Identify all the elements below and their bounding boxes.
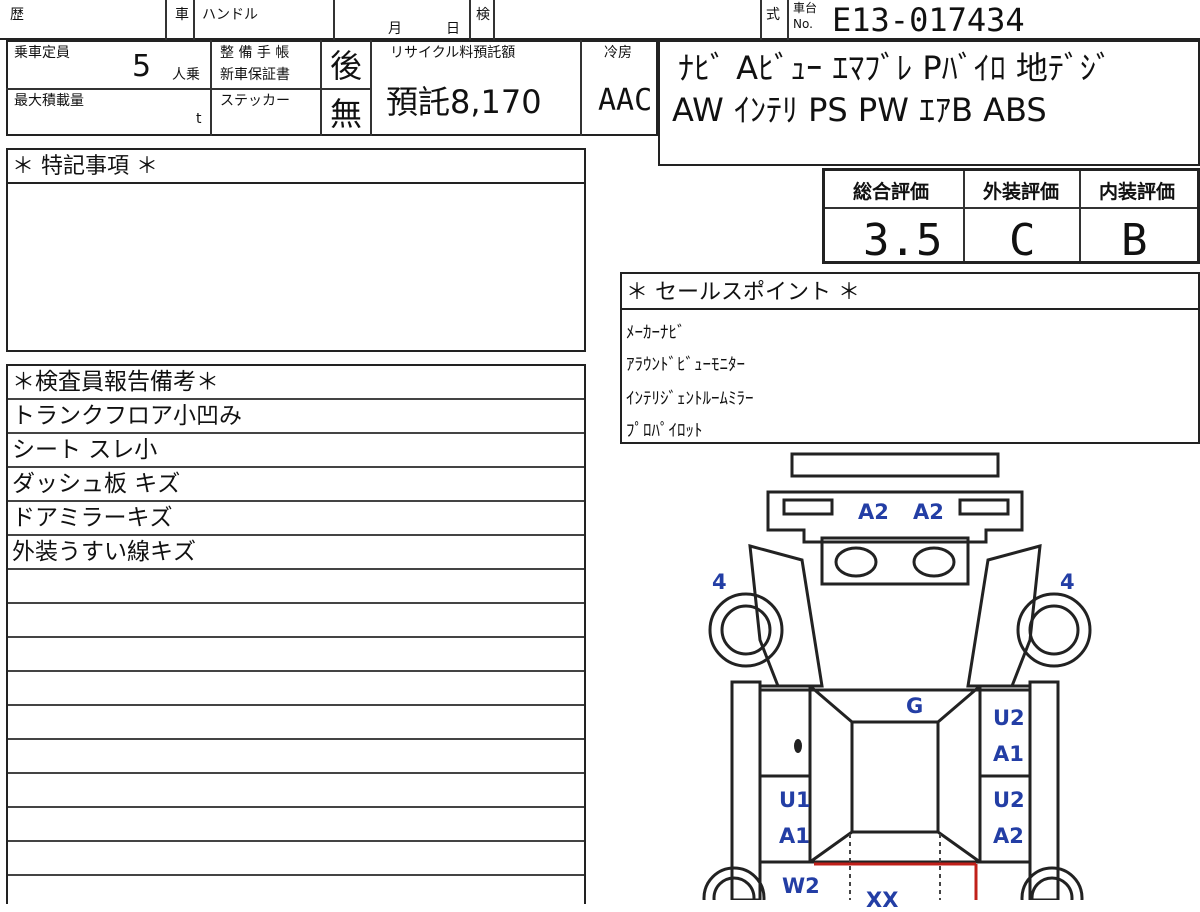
type-label: 式 xyxy=(766,7,780,23)
sales-points-box: ＊ セールスポイント ＊ ﾒｰｶｰﾅﾋﾞ ｱﾗｳﾝﾄﾞﾋﾞｭｰﾓﾆﾀｰ ｲﾝﾃﾘ… xyxy=(620,272,1200,444)
ac-value: AAC xyxy=(598,83,653,118)
month-label: 月 xyxy=(388,21,402,37)
warranty-label: 新車保証書 xyxy=(220,67,290,83)
left-front-fender xyxy=(748,543,824,688)
day-label: 日 xyxy=(446,21,460,37)
sales-point-item: ｱﾗｳﾝﾄﾞﾋﾞｭｰﾓﾆﾀｰ xyxy=(626,355,745,375)
report-row-empty xyxy=(8,774,584,808)
roof-panel xyxy=(850,720,940,834)
special-notes-box: ＊ 特記事項 ＊ xyxy=(6,148,586,352)
recycle-label: リサイクル料預託額 xyxy=(390,45,516,61)
maintenance-value: 後 xyxy=(330,47,363,85)
exterior-grade-value: C xyxy=(1009,215,1036,266)
hood xyxy=(820,536,970,586)
windshield-frame xyxy=(809,684,981,864)
max-load-label: 最大積載量 xyxy=(14,93,84,109)
report-row-empty xyxy=(8,808,584,842)
inspection-label: 検 xyxy=(476,7,490,23)
report-row: シート スレ小 xyxy=(8,434,584,468)
equipment-line-1: ﾅﾋﾞ Aﾋﾞｭｰ ｴﾏﾌﾞﾚ Pﾊﾞｲﾛ 地ﾃﾞｼﾞ xyxy=(678,49,1112,87)
sticker-value: 無 xyxy=(330,95,363,133)
sales-points-title: ＊ セールスポイント ＊ xyxy=(626,280,860,305)
equipment-box: ﾅﾋﾞ Aﾋﾞｭｰ ｴﾏﾌﾞﾚ Pﾊﾞｲﾛ 地ﾃﾞｼﾞ AW ｲﾝﾃﾘ PS P… xyxy=(658,40,1200,166)
car-label: 車 xyxy=(175,7,189,23)
mirror-mark xyxy=(794,739,802,753)
max-load-unit: t xyxy=(196,111,202,127)
left-front-door xyxy=(758,684,812,778)
report-row-empty xyxy=(8,672,584,706)
left-headlight xyxy=(782,498,834,516)
ac-label: 冷房 xyxy=(604,45,632,61)
report-row: 外装うすい線キズ xyxy=(8,536,584,570)
sticker-label: ステッカー xyxy=(220,93,290,109)
sales-point-item: ﾌﾟﾛﾊﾟｲﾛｯﾄ xyxy=(626,421,703,441)
damage-front-left: A2 xyxy=(858,500,889,524)
capacity-value: 5 xyxy=(132,49,152,84)
report-row: ダッシュ板 キズ xyxy=(8,468,584,502)
grades-box: 総合評価 3.5 外装評価 C 内装評価 B xyxy=(822,168,1200,266)
damage-roof: G xyxy=(906,694,924,718)
inspector-report-box: ＊検査員報告備考＊ トランクフロア小凹み シート スレ小 ダッシュ板 キズ ドア… xyxy=(6,364,586,904)
damage-right-rear-door-1: U2 xyxy=(993,788,1025,812)
recycle-value: 預託8,170 xyxy=(386,83,542,121)
right-headlight xyxy=(958,498,1010,516)
capacity-label: 乗車定員 xyxy=(14,45,70,61)
damage-wheel-left: 4 xyxy=(712,570,727,594)
damage-wheel-right: 4 xyxy=(1060,570,1075,594)
report-row: トランクフロア小凹み xyxy=(8,400,584,434)
top-row: 歴 車 ハンドル 月 日 検 式 車台 No. E13-017434 xyxy=(0,0,1200,40)
left-fog-lamp xyxy=(834,546,878,578)
handle-label: ハンドル xyxy=(202,7,258,23)
front-bumper xyxy=(790,452,1000,478)
damage-front-right: A2 xyxy=(913,500,944,524)
damage-rear-mid: XX xyxy=(866,888,899,912)
chassis-number: E13-017434 xyxy=(832,1,1025,39)
capacity-unit: 人乗 xyxy=(172,67,200,83)
sales-point-item: ﾒｰｶｰﾅﾋﾞ xyxy=(626,323,686,343)
history-label: 歴 xyxy=(10,7,24,23)
special-notes-title: ＊ 特記事項 ＊ xyxy=(12,154,158,179)
interior-grade-label: 内装評価 xyxy=(1099,181,1176,203)
damage-left-rear-door-1: U1 xyxy=(779,788,811,812)
damage-right-front-door-2: A1 xyxy=(993,742,1024,766)
damage-left-rear-door-2: A1 xyxy=(779,824,810,848)
sales-point-item: ｲﾝﾃﾘｼﾞｪﾝﾄﾙｰﾑﾐﾗｰ xyxy=(626,389,754,409)
chassis-label-bottom: No. xyxy=(793,17,813,31)
damage-right-front-door-1: U2 xyxy=(993,706,1025,730)
report-row: ドアミラーキズ xyxy=(8,502,584,536)
damage-rear-left: W2 xyxy=(782,874,820,898)
interior-grade-value: B xyxy=(1121,215,1148,266)
report-row-empty xyxy=(8,740,584,774)
exterior-grade-label: 外装評価 xyxy=(983,181,1060,203)
equipment-line-2: AW ｲﾝﾃﾘ PS PW ｴｱB ABS xyxy=(672,91,1047,129)
report-row-empty xyxy=(8,604,584,638)
right-fog-lamp xyxy=(912,546,956,578)
inspector-report-title: ＊検査員報告備考＊ xyxy=(8,366,584,400)
report-row-empty xyxy=(8,570,584,604)
report-row-empty xyxy=(8,706,584,740)
maintenance-label: 整 備 手 帳 xyxy=(220,45,290,61)
damage-right-rear-door-2: A2 xyxy=(993,824,1024,848)
overall-grade-value: 3.5 xyxy=(863,215,943,266)
car-damage-diagram xyxy=(702,452,1092,900)
chassis-label-top: 車台 xyxy=(793,1,818,15)
report-row-empty xyxy=(8,842,584,876)
report-row-empty xyxy=(8,638,584,672)
overall-grade-label: 総合評価 xyxy=(853,181,930,203)
right-front-fender xyxy=(966,543,1042,688)
sales-points-list: ﾒｰｶｰﾅﾋﾞ ｱﾗｳﾝﾄﾞﾋﾞｭｰﾓﾆﾀｰ ｲﾝﾃﾘｼﾞｪﾝﾄﾙｰﾑﾐﾗｰ ﾌ… xyxy=(626,314,1186,442)
